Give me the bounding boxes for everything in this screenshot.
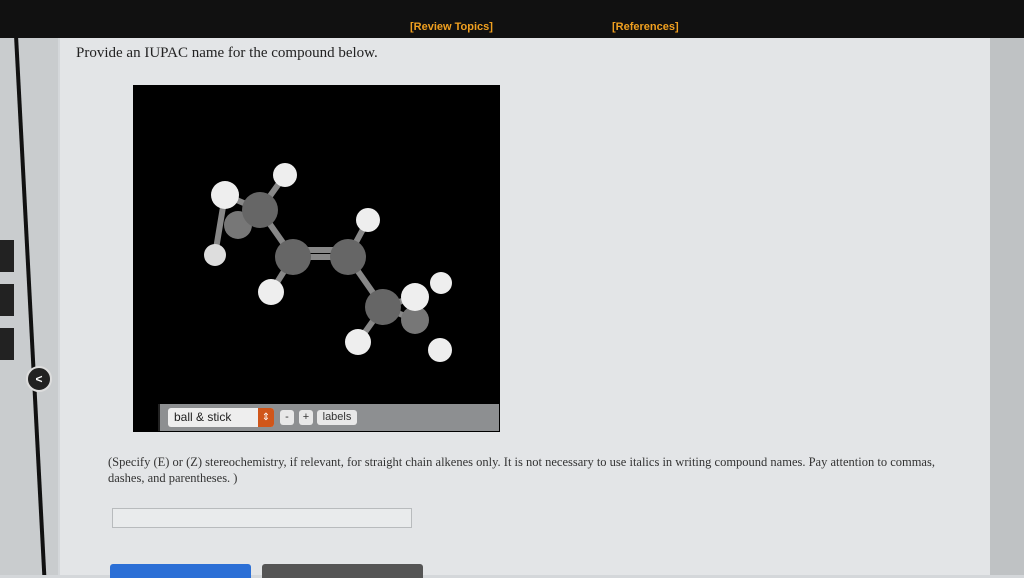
sidebar-tab[interactable] <box>0 328 14 360</box>
top-bar: [Review Topics] [References] <box>0 0 1024 38</box>
references-link[interactable]: [References] <box>612 21 679 33</box>
submit-button[interactable] <box>110 564 251 578</box>
answer-input[interactable] <box>112 508 412 528</box>
zoom-out-button[interactable]: - <box>280 410 294 425</box>
instructions: (Specify (E) or (Z) stereochemistry, if … <box>108 455 935 485</box>
select-arrows-icon[interactable]: ⇕ <box>258 408 274 427</box>
question-prompt: Provide an IUPAC name for the compound b… <box>76 45 378 61</box>
review-topics-link[interactable]: [Review Topics] <box>410 21 493 33</box>
molecule-viewer[interactable] <box>133 85 500 432</box>
screen-bezel <box>990 38 1024 575</box>
sidebar-tab[interactable] <box>0 284 14 316</box>
sidebar-tab[interactable] <box>0 240 14 272</box>
secondary-button[interactable] <box>262 564 423 578</box>
collapse-sidebar-button[interactable]: < <box>26 366 52 392</box>
viewer-controls: ball & stick ⇕ - + labels <box>158 404 499 431</box>
molecule-model <box>204 163 452 362</box>
zoom-in-button[interactable]: + <box>299 410 313 425</box>
labels-button[interactable]: labels <box>317 410 357 425</box>
